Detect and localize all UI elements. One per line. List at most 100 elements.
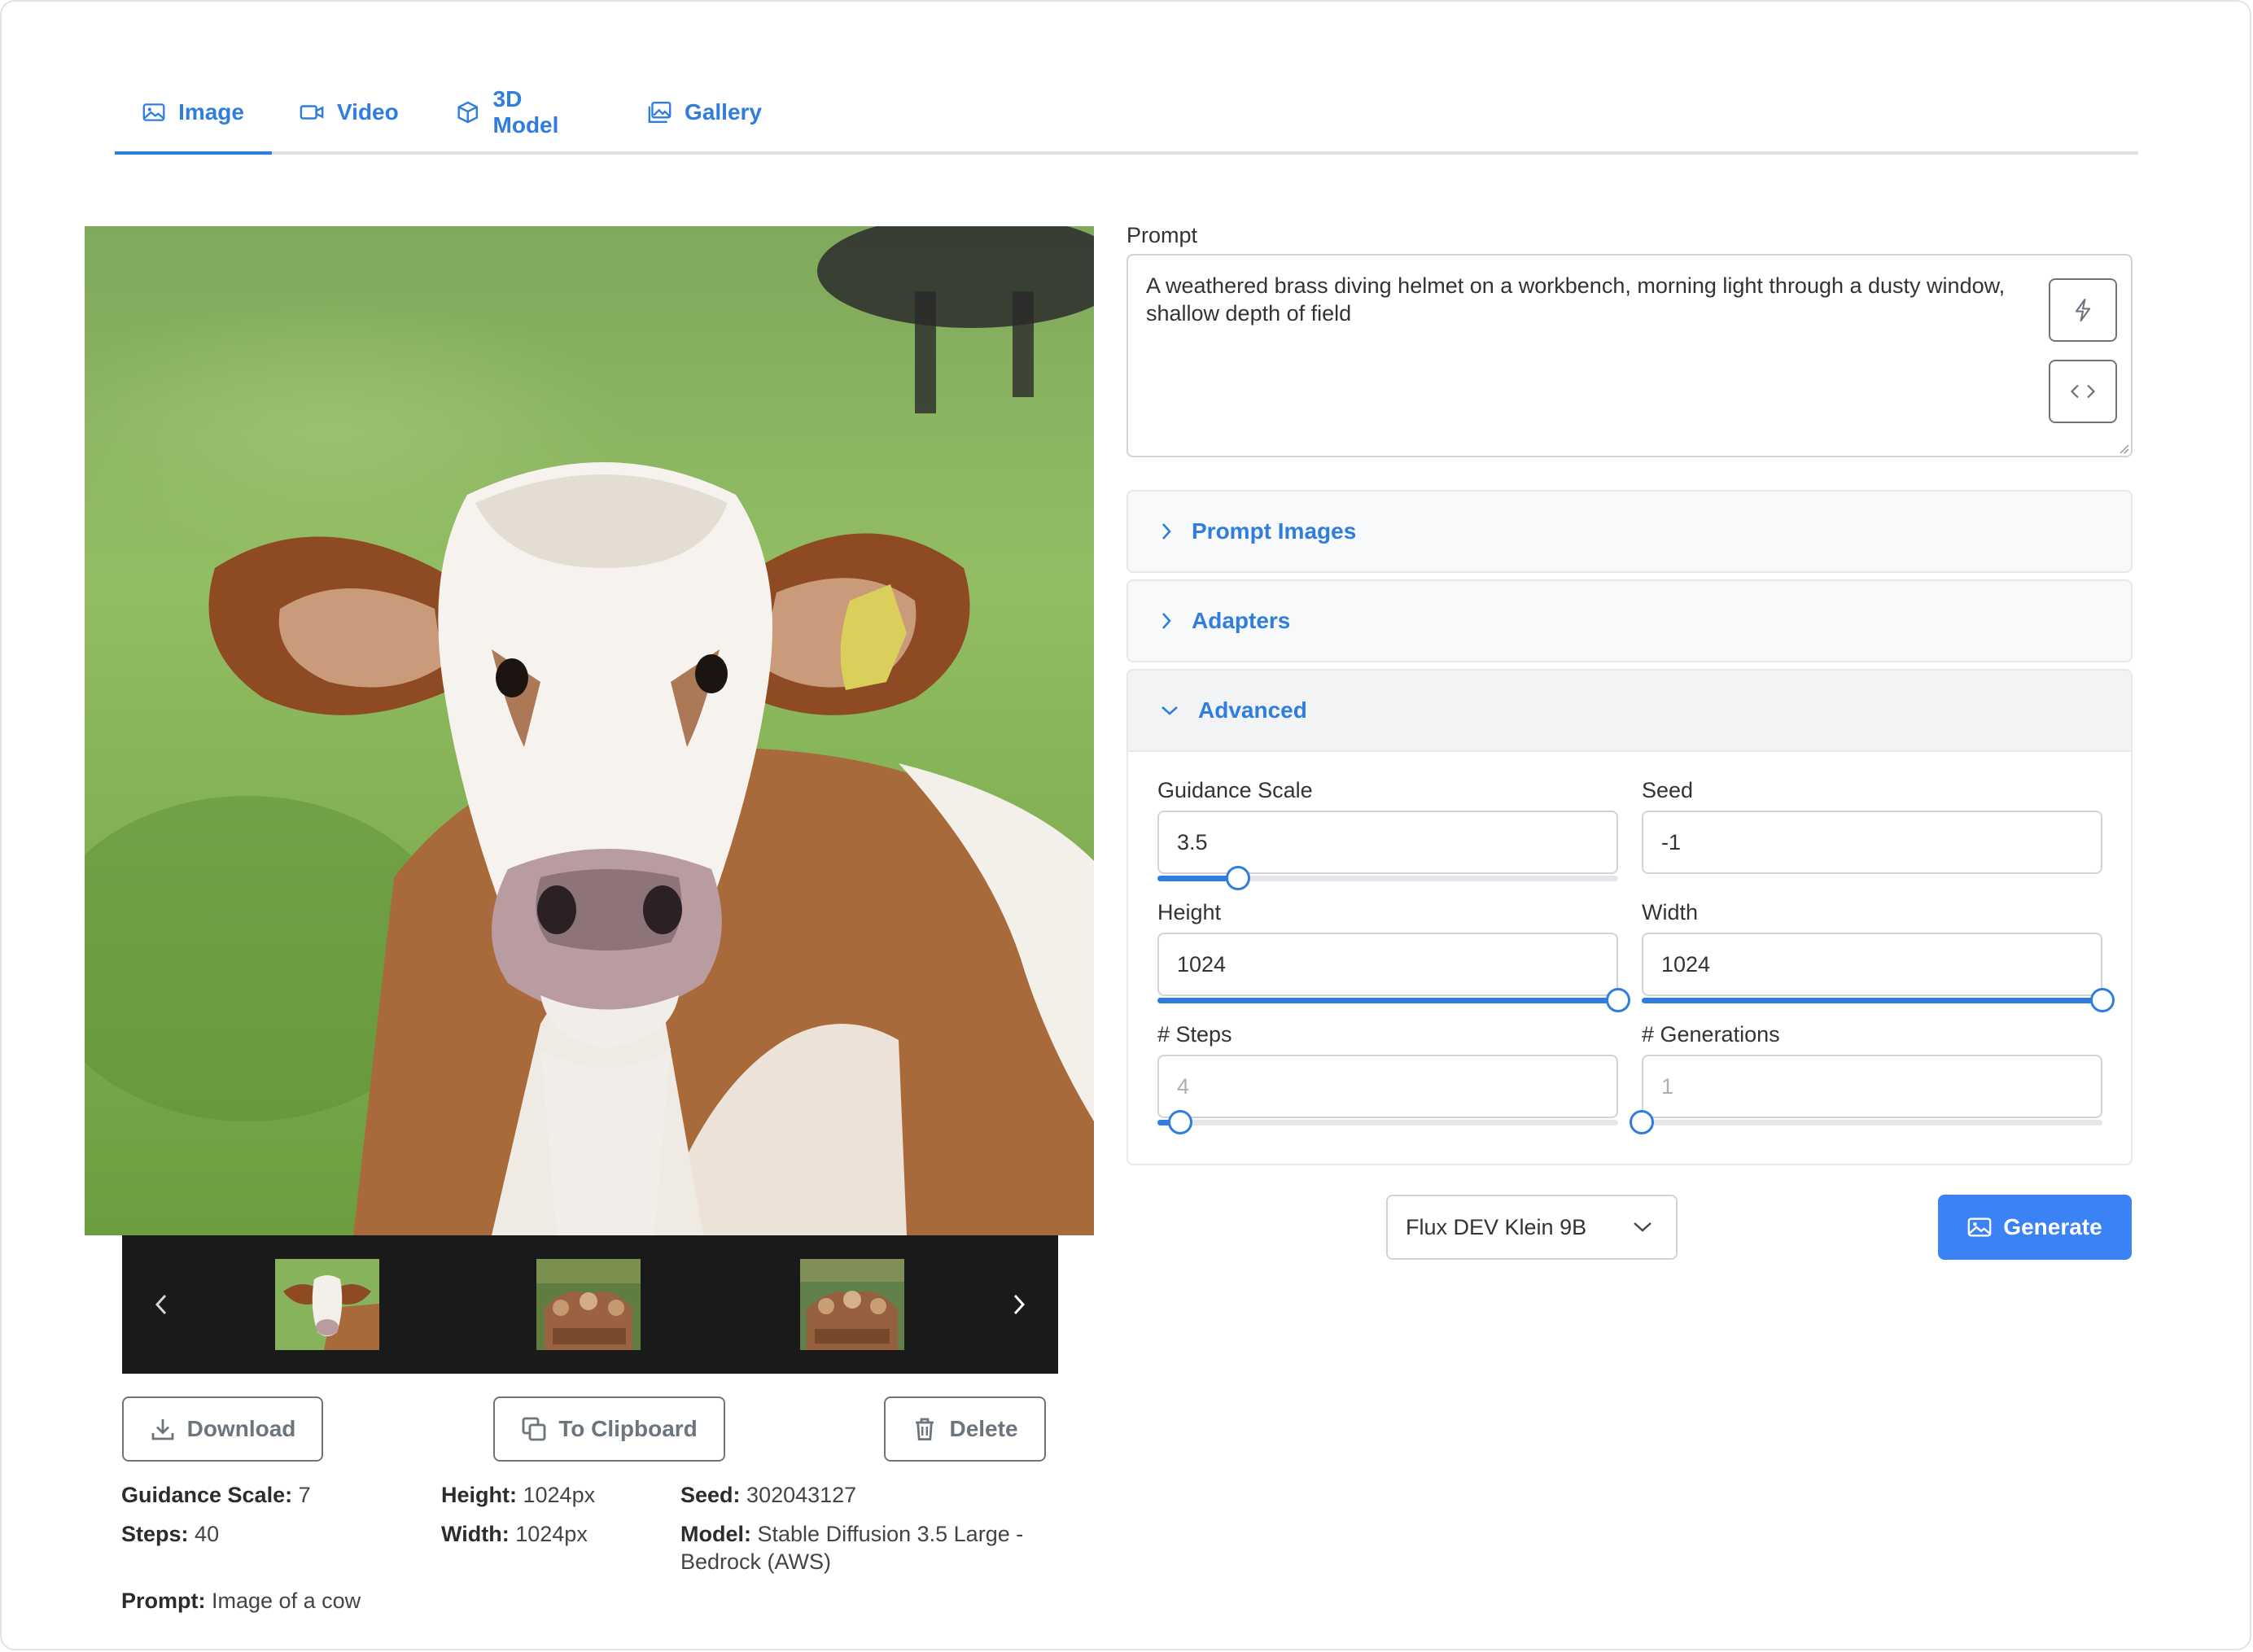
accordion-label: Advanced [1198, 697, 1307, 723]
image-icon [1967, 1217, 1992, 1237]
guidance-scale-label: Guidance Scale [1157, 778, 1313, 802]
tab-label: Image [178, 99, 244, 125]
image-carousel [122, 1235, 1058, 1374]
meta-value: 7 [298, 1483, 311, 1507]
chevron-right-icon [1013, 1294, 1026, 1315]
accordion-adapters[interactable]: Adapters [1126, 579, 2133, 662]
meta-label: Width: [441, 1522, 510, 1546]
meta-guidance-scale: Guidance Scale: 7 [121, 1481, 311, 1509]
guidance-scale-input[interactable]: 3.5 [1157, 811, 1618, 874]
accordion-label: Adapters [1192, 608, 1291, 633]
download-label: Download [186, 1416, 296, 1441]
generated-image [85, 226, 1094, 1235]
clipboard-label: To Clipboard [558, 1416, 698, 1441]
carousel-next-button[interactable] [999, 1280, 1039, 1329]
width-input[interactable]: 1024 [1642, 933, 2102, 996]
steps-input[interactable]: 4 [1157, 1055, 1618, 1118]
meta-prompt: Prompt: Image of a cow [121, 1587, 361, 1615]
chevron-down-icon [1634, 1222, 1651, 1232]
tab-gallery[interactable]: Gallery [620, 73, 790, 151]
tab-video[interactable]: Video [272, 73, 428, 151]
prompt-textarea[interactable]: A weathered brass diving helmet on a wor… [1126, 254, 2133, 457]
chevron-right-icon [1162, 523, 1171, 540]
meta-label: Prompt: [121, 1589, 206, 1613]
meta-value: 1024px [515, 1522, 588, 1546]
carousel-thumbnail[interactable] [536, 1259, 641, 1350]
steps-slider[interactable] [1157, 1110, 1618, 1134]
width-slider[interactable] [1642, 988, 2115, 1012]
carousel-prev-button[interactable] [141, 1280, 182, 1329]
meta-model: Model: Stable Diffusion 3.5 Large - Bedr… [680, 1520, 1063, 1576]
lightning-icon [2075, 298, 2091, 322]
tab-image[interactable]: Image [115, 73, 272, 155]
width-label: Width [1642, 900, 1699, 924]
meta-height: Height: 1024px [441, 1481, 595, 1509]
slider-fill [1642, 998, 2102, 1003]
trash-icon [916, 1418, 934, 1440]
copy-to-clipboard-button[interactable]: To Clipboard [493, 1396, 725, 1462]
download-button[interactable]: Download [122, 1396, 323, 1462]
slider-fill [1157, 998, 1618, 1003]
delete-label: Delete [949, 1416, 1018, 1441]
accordion-prompt-images[interactable]: Prompt Images [1126, 490, 2133, 573]
meta-label: Model: [680, 1522, 751, 1546]
generations-slider[interactable] [1630, 1110, 2102, 1134]
slider-track [1642, 1120, 2102, 1125]
slider-track [1157, 1120, 1618, 1125]
steps-label: # Steps [1157, 1022, 1232, 1047]
chevron-right-icon [1162, 613, 1171, 629]
tab-label: Gallery [685, 99, 762, 125]
meta-seed: Seed: 302043127 [680, 1481, 856, 1509]
slider-handle[interactable] [1168, 1110, 1193, 1134]
download-icon [151, 1419, 174, 1440]
cube-icon [457, 101, 479, 124]
prompt-label: Prompt [1126, 223, 1198, 247]
tab-label: 3D Model [492, 86, 559, 138]
slider-handle[interactable] [1606, 988, 1630, 1012]
chevron-down-icon [1161, 706, 1178, 715]
meta-label: Height: [441, 1483, 517, 1507]
height-input[interactable]: 1024 [1157, 933, 1618, 996]
generate-label: Generate [2003, 1214, 2102, 1239]
generations-input[interactable]: 1 [1642, 1055, 2102, 1118]
model-select-value: Flux DEV Klein 9B [1406, 1214, 1587, 1239]
tab-label: Video [337, 99, 399, 125]
meta-width: Width: 1024px [441, 1520, 588, 1548]
tab-bar: Image Video 3D Model Gallery [115, 73, 2138, 155]
meta-value: 40 [195, 1522, 220, 1546]
height-label: Height [1157, 900, 1222, 924]
meta-label: Seed: [680, 1483, 741, 1507]
meta-value: 302043127 [746, 1483, 857, 1507]
image-icon [142, 103, 165, 121]
code-icon [2071, 384, 2095, 399]
model-select[interactable]: Flux DEV Klein 9B [1386, 1195, 1678, 1260]
slider-handle[interactable] [2090, 988, 2115, 1012]
code-view-button[interactable] [2049, 360, 2117, 423]
carousel-thumbnail[interactable] [800, 1259, 904, 1350]
meta-value: 1024px [523, 1483, 596, 1507]
slider-handle[interactable] [1226, 866, 1251, 890]
generations-label: # Generations [1642, 1022, 1780, 1047]
enhance-prompt-button[interactable] [2049, 278, 2117, 342]
accordion-advanced: Advanced Guidance Scale 3.5 Seed -1 Heig… [1126, 669, 2133, 1165]
carousel-thumbnail[interactable] [275, 1259, 379, 1350]
resize-grip-icon[interactable] [2116, 441, 2129, 454]
meta-value: Image of a cow [212, 1589, 361, 1613]
chevron-left-icon [155, 1294, 167, 1315]
height-slider[interactable] [1157, 988, 1630, 1012]
seed-label: Seed [1642, 778, 1694, 802]
accordion-label: Prompt Images [1192, 518, 1357, 544]
gallery-icon [648, 102, 672, 123]
generate-button[interactable]: Generate [1938, 1195, 2132, 1260]
seed-input[interactable]: -1 [1642, 811, 2102, 874]
meta-steps: Steps: 40 [121, 1520, 219, 1548]
video-icon [300, 105, 324, 120]
tab-3d-model[interactable]: 3D Model [428, 73, 620, 151]
delete-button[interactable]: Delete [884, 1396, 1046, 1462]
guidance-scale-slider[interactable] [1157, 866, 1618, 890]
meta-label: Steps: [121, 1522, 189, 1546]
meta-label: Guidance Scale: [121, 1483, 293, 1507]
accordion-advanced-header[interactable]: Advanced [1128, 671, 2131, 752]
copy-icon [522, 1417, 546, 1441]
slider-handle[interactable] [1630, 1110, 1654, 1134]
